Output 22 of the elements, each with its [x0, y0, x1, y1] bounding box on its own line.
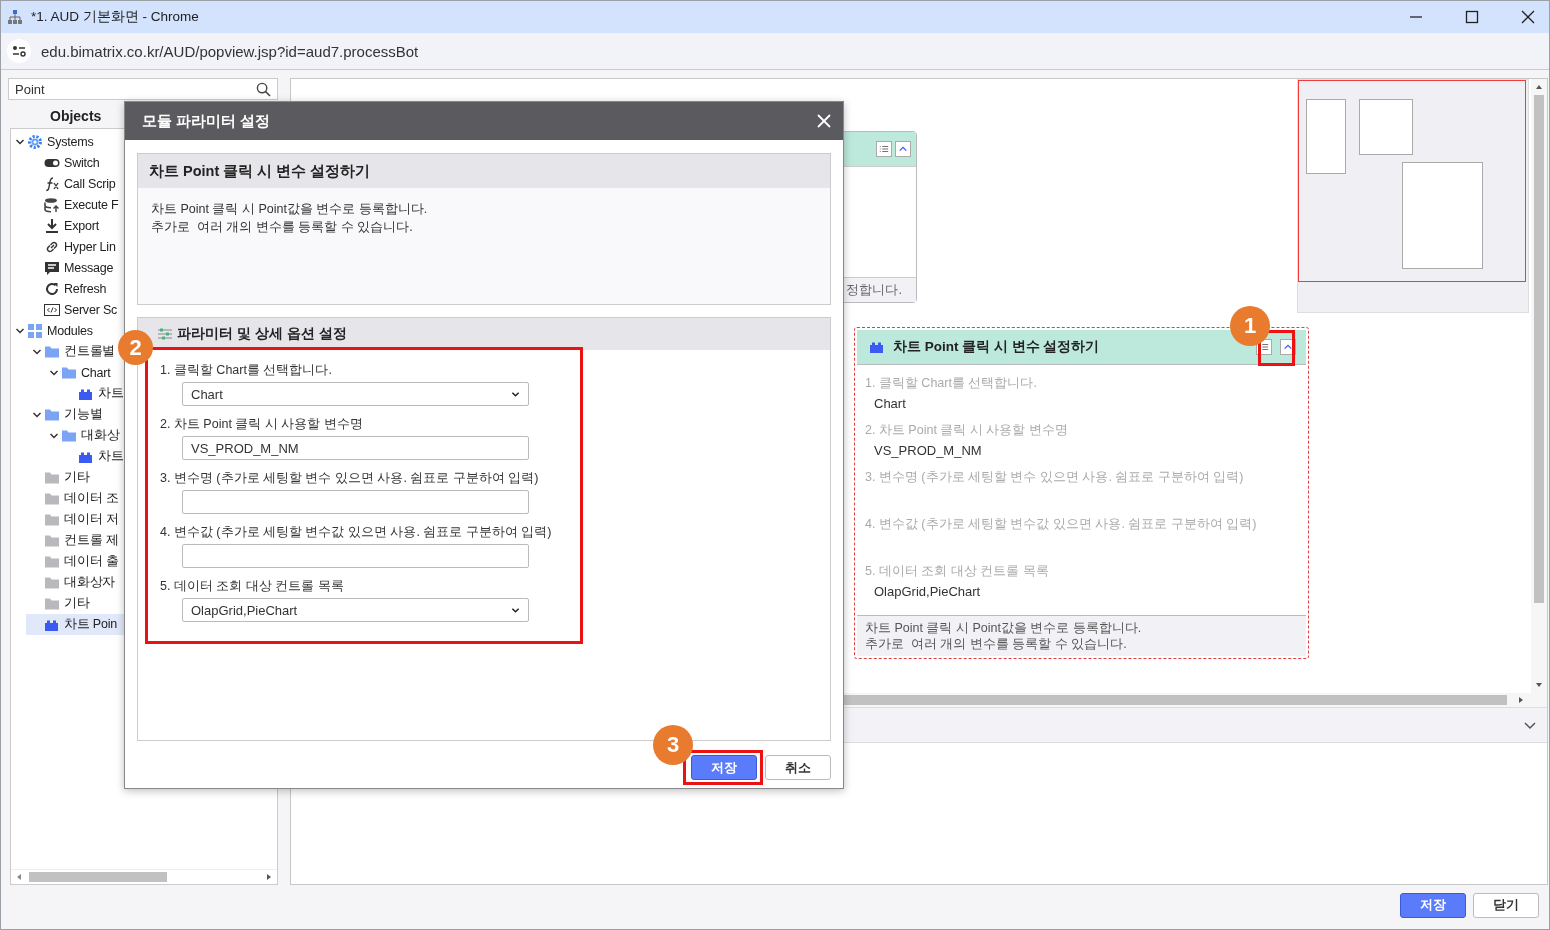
field-label: 2. 차트 Point 클릭 시 사용할 변수명 — [160, 416, 364, 433]
parameter-value: VS_PROD_M_NM — [874, 443, 982, 458]
parameter-value: OlapGrid,PieChart — [874, 584, 981, 599]
section-header: 파라미터 및 상세 옵션 설정 — [177, 325, 347, 343]
parameter-label: 2. 차트 Point 클릭 시 사용할 변수명 — [865, 422, 1069, 439]
parameter-label: 1. 클릭할 Chart를 선택합니다. — [865, 375, 1038, 392]
field-label: 5. 데이터 조회 대상 컨트롤 목록 — [160, 578, 345, 595]
parameter-value: Chart — [874, 396, 906, 411]
field-label: 4. 변수값 (추가로 세팅할 변수값 있으면 사용. 쉼표로 구분하여 입력) — [160, 524, 553, 541]
dialog-title: 모듈 파라미터 설정 — [142, 111, 271, 131]
section-header: 차트 Point 클릭 시 변수 설정하기 — [138, 154, 830, 188]
module-description: 차트 Point 클릭 시 Point값을 변수로 등록합니다. 추가로 여러 개의 변수를 등록할 수 있습니다. — [150, 201, 429, 236]
step-badge: 1 — [1230, 306, 1270, 346]
parameter-label: 5. 데이터 조회 대상 컨트롤 목록 — [865, 563, 1050, 580]
parameter-label: 3. 변수명 (추가로 세팅할 변수 있으면 사용. 쉼표로 구분하여 입력) — [865, 469, 1245, 486]
field-label: 3. 변수명 (추가로 세팅할 변수 있으면 사용. 쉼표로 구분하여 입력) — [160, 470, 540, 487]
node-title: 차트 Point 클릭 시 변수 설정하기 — [893, 338, 1100, 356]
parameter-label: 4. 변수값 (추가로 세팅할 변수값 있으면 사용. 쉼표로 구분하여 입력) — [865, 516, 1258, 533]
field-label: 1. 클릭할 Chart를 선택합니다. — [160, 362, 333, 379]
node-description: 차트 Point 클릭 시 Point값을 변수로 등록합니다. 추가로 여러 개의 변수를 등록할 수 있습니다. — [857, 615, 1306, 656]
panel-title: Objects — [50, 108, 102, 124]
window-title: *1. AUD 기본화면 - Chrome — [31, 8, 199, 26]
